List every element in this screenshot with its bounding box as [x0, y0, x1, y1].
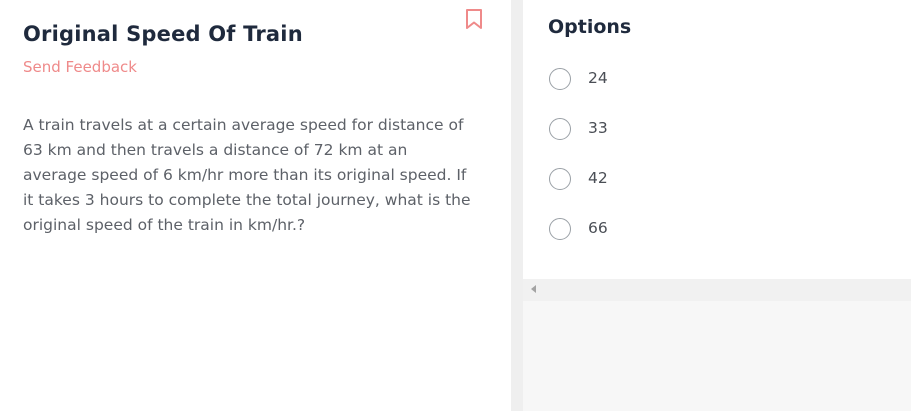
question-panel: Original Speed Of Train Send Feedback A … [0, 0, 511, 411]
option-item[interactable]: 42 [549, 167, 869, 191]
radio-button[interactable] [549, 118, 571, 140]
option-item[interactable]: 33 [549, 117, 869, 141]
question-text: A train travels at a certain average spe… [23, 116, 471, 234]
options-panel: Options 24 33 42 66 [523, 0, 911, 279]
options-heading: Options [548, 16, 632, 38]
option-label: 42 [588, 169, 608, 187]
option-label: 66 [588, 219, 608, 237]
horizontal-scrollbar[interactable] [523, 279, 911, 301]
radio-button[interactable] [549, 68, 571, 90]
scroll-left-arrow-icon[interactable] [531, 285, 536, 293]
option-label: 33 [588, 119, 608, 137]
option-label: 24 [588, 69, 608, 87]
bookmark-icon[interactable] [464, 8, 484, 30]
empty-area [523, 301, 911, 411]
option-item[interactable]: 66 [549, 217, 869, 241]
question-title: Original Speed Of Train [23, 22, 303, 46]
panel-divider [511, 0, 523, 411]
radio-button[interactable] [549, 168, 571, 190]
send-feedback-link[interactable]: Send Feedback [23, 58, 137, 76]
option-item[interactable]: 24 [549, 67, 869, 91]
radio-button[interactable] [549, 218, 571, 240]
